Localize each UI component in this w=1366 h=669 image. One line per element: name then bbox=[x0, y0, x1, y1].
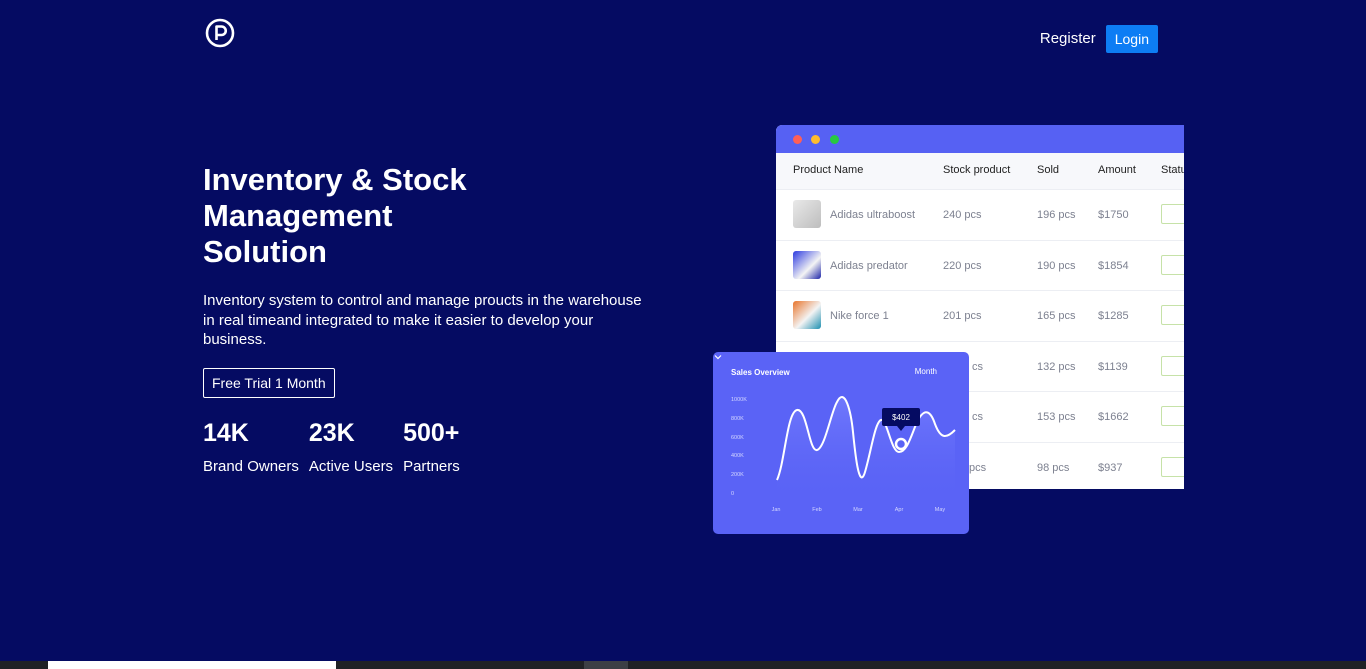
y-tick: 1000K bbox=[731, 397, 747, 403]
stock-cell: 201 pcs bbox=[943, 310, 982, 322]
y-tick: 200K bbox=[731, 472, 744, 478]
x-tick: May bbox=[935, 507, 946, 513]
window-maximize-dot bbox=[830, 135, 839, 144]
status-badge bbox=[1161, 456, 1184, 477]
hero-title: Inventory & Stock Management Solution bbox=[203, 162, 467, 269]
y-tick: 400K bbox=[731, 453, 744, 459]
stat-value: 23K bbox=[308, 419, 355, 447]
register-link[interactable]: Register bbox=[1040, 24, 1096, 53]
tooltip-pointer bbox=[897, 426, 905, 431]
stock-cell: pcs bbox=[969, 461, 987, 474]
sales-line-chart: $402 1000K 800K 600K 400K 200K 0 Jan Feb… bbox=[731, 396, 956, 513]
stock-cell: cs bbox=[972, 411, 983, 423]
col-amount: Amount bbox=[1098, 164, 1136, 176]
product-thumbnail bbox=[793, 301, 821, 329]
product-name: Adidas predator bbox=[830, 259, 908, 272]
sold-cell: 190 pcs bbox=[1037, 259, 1076, 272]
amount-cell: $1139 bbox=[1098, 360, 1128, 373]
stock-cell: 240 pcs bbox=[943, 209, 982, 221]
status-badge bbox=[1161, 406, 1184, 426]
login-button[interactable]: Login bbox=[1105, 24, 1158, 53]
window-minimize-dot bbox=[811, 135, 820, 144]
product-thumbnail bbox=[793, 200, 821, 228]
amount-cell: $1285 bbox=[1098, 310, 1129, 322]
amount-cell: $1854 bbox=[1098, 259, 1129, 272]
sales-overview-card: $402 1000K 800K 600K 400K 200K 0 Jan Feb… bbox=[713, 352, 969, 534]
table-header: Product Name Stock product Sold Amount S… bbox=[776, 153, 1184, 189]
sold-cell: 132 pcs bbox=[1037, 360, 1076, 373]
sold-cell: 98 pcs bbox=[1037, 461, 1070, 474]
status-badge bbox=[1161, 204, 1184, 224]
chevron-down-icon[interactable] bbox=[713, 352, 723, 362]
status-badge bbox=[1161, 355, 1184, 376]
stat-label: Brand Owners bbox=[203, 458, 299, 475]
y-tick: 0 bbox=[731, 491, 734, 497]
y-tick: 600K bbox=[731, 435, 744, 441]
stock-cell: cs bbox=[972, 360, 983, 373]
sold-cell: 165 pcs bbox=[1037, 310, 1076, 322]
stat-value: 500+ bbox=[403, 419, 460, 447]
table-row[interactable]: Nike force 1 201 pcs 165 pcs $1285 bbox=[776, 290, 1184, 341]
taskbar-app-button[interactable] bbox=[584, 661, 628, 669]
x-tick: Feb bbox=[812, 507, 821, 513]
stat-brand-owners: 14K Brand Owners bbox=[203, 418, 299, 475]
table-row[interactable]: Adidas predator 220 pcs 190 pcs $1854 bbox=[776, 239, 1184, 291]
stat-label: Active Users bbox=[308, 458, 394, 475]
x-tick: Mar bbox=[853, 507, 863, 513]
stat-active-users: 23K Active Users bbox=[309, 418, 393, 475]
product-name: Nike force 1 bbox=[830, 310, 889, 322]
taskbar-search-box[interactable] bbox=[48, 661, 336, 669]
stat-value: 14K bbox=[203, 419, 249, 447]
status-badge bbox=[1161, 305, 1184, 325]
stat-label: Partners bbox=[403, 458, 460, 475]
sold-cell: 153 pcs bbox=[1037, 411, 1076, 423]
sold-cell: 196 pcs bbox=[1037, 209, 1076, 221]
stat-partners: 500+ Partners bbox=[403, 418, 460, 475]
tooltip-value: $402 bbox=[892, 413, 910, 422]
col-sold: Sold bbox=[1037, 164, 1060, 176]
col-stock-product: Stock product bbox=[943, 164, 1011, 176]
sales-overview-title: Sales Overview bbox=[731, 368, 790, 377]
x-tick: Jan bbox=[772, 507, 781, 513]
col-status: Status bbox=[1161, 164, 1184, 176]
top-nav: Register Login bbox=[1040, 24, 1158, 53]
col-product-name: Product Name bbox=[793, 164, 864, 176]
y-tick: 800K bbox=[731, 416, 744, 422]
p-circle-logo-icon[interactable] bbox=[205, 18, 235, 48]
sales-highlight-point[interactable] bbox=[894, 437, 908, 451]
free-trial-button[interactable]: Free Trial 1 Month bbox=[203, 368, 335, 398]
status-badge bbox=[1161, 254, 1184, 275]
x-tick: Apr bbox=[895, 507, 904, 513]
product-name: Adidas ultraboost bbox=[830, 209, 915, 221]
amount-cell: $1662 bbox=[1098, 411, 1129, 423]
stats: 14K Brand Owners 23K Active Users 500+ P… bbox=[203, 418, 460, 475]
stock-cell: 220 pcs bbox=[943, 259, 982, 272]
window-titlebar bbox=[776, 125, 1184, 153]
product-thumbnail bbox=[793, 250, 821, 279]
table-row[interactable]: Adidas ultraboost 240 pcs 196 pcs $1750 bbox=[776, 189, 1184, 240]
hero-description: Inventory system to control and manage p… bbox=[203, 292, 642, 348]
period-select[interactable]: Month bbox=[915, 367, 937, 376]
amount-cell: $1750 bbox=[1098, 209, 1129, 221]
window-close-dot bbox=[793, 135, 802, 144]
amount-cell: $937 bbox=[1098, 461, 1123, 474]
